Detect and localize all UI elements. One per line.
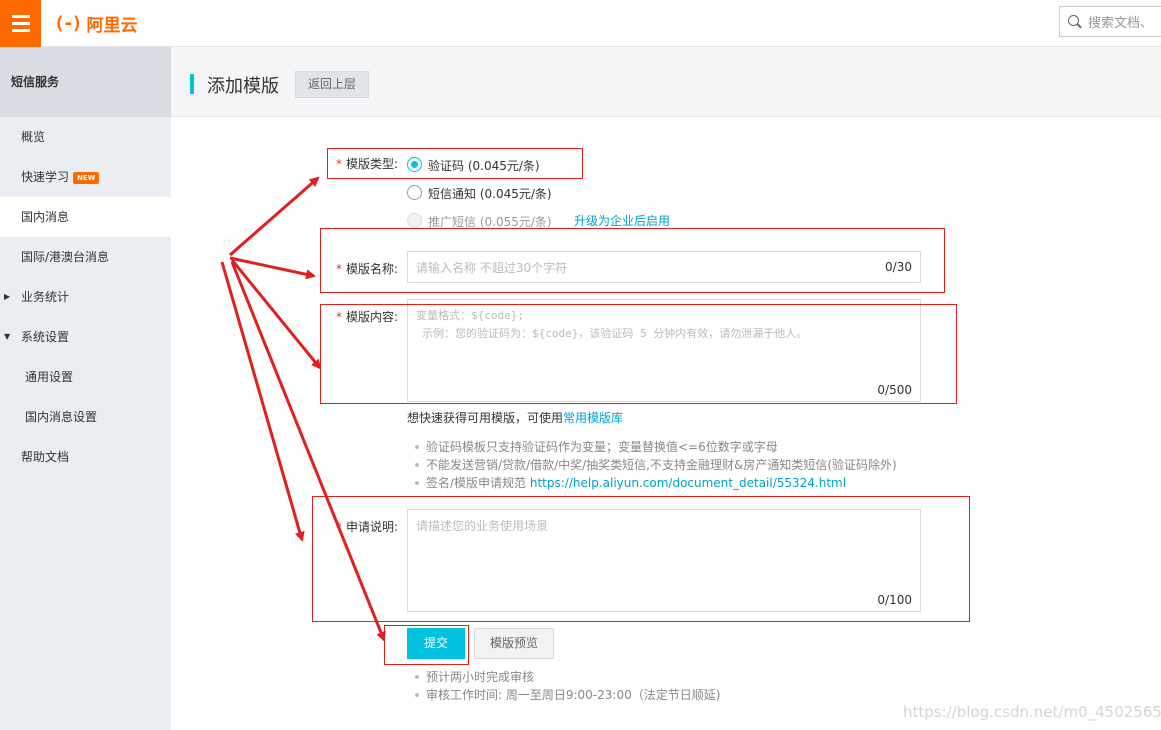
- template-content-placeholder-line2: 示例：您的验证码为：${code}，该验证码 5 分钟内有效，请勿泄漏于他人。: [422, 327, 808, 340]
- rules-list: 验证码模板只支持验证码作为变量；变量替换值<=6位数字或字母 不能发送营销/贷款…: [412, 438, 897, 492]
- library-hint: 想快速获得可用模版，可使用常用模版库: [407, 411, 624, 425]
- sidebar-item-general-settings[interactable]: 通用设置: [0, 357, 171, 397]
- menu-icon[interactable]: [0, 0, 41, 47]
- aliyun-logo[interactable]: (-) 阿里云: [54, 11, 138, 36]
- sidebar-item-overview[interactable]: 概览: [0, 117, 171, 157]
- radio-promotion-sms: [407, 213, 422, 228]
- template-content-textarea[interactable]: 变量格式：${code}; 示例：您的验证码为：${code}，该验证码 5 分…: [407, 299, 921, 402]
- new-badge: NEW: [73, 171, 100, 184]
- list-item: 不能发送营销/贷款/借款/中奖/抽奖类短信,不支持金融理财&房产通知类短信(验证…: [412, 456, 897, 474]
- logo-text: 阿里云: [86, 15, 138, 36]
- caret-right-icon: ▶: [4, 292, 11, 301]
- sidebar-item-domestic-settings[interactable]: 国内消息设置: [0, 397, 171, 437]
- sidebar-item-system-settings[interactable]: ▼ 系统设置: [0, 317, 171, 357]
- sidebar-item-quick-learn[interactable]: 快速学习 NEW: [0, 157, 171, 197]
- review-notes: 预计两小时完成审核 审核工作时间: 周一至周日9:00-23:00（法定节日顺延…: [412, 668, 720, 704]
- sidebar: 短信服务 概览 快速学习 NEW 国内消息 国际/港澳台消息 ▶ 业务统计 ▼ 系统设…: [0, 47, 171, 730]
- template-name-placeholder: 请输入名称 不超过30个字符: [416, 261, 568, 275]
- top-bar: (-) 阿里云 搜索文档、: [0, 0, 1161, 47]
- template-library-link[interactable]: 常用模版库: [563, 411, 623, 425]
- application-description-counter: 0/100: [877, 593, 912, 607]
- sidebar-title: 短信服务: [0, 47, 171, 117]
- sidebar-item-business-stats[interactable]: ▶ 业务统计: [0, 277, 171, 317]
- radio-label-promotion-sms: 推广短信 (0.055元/条): [428, 215, 552, 229]
- radio-label-verification-code: 验证码 (0.045元/条): [428, 159, 540, 173]
- radio-verification-code[interactable]: [407, 157, 422, 172]
- template-preview-button[interactable]: 模版预览: [474, 628, 554, 659]
- list-item: 审核工作时间: 周一至周日9:00-23:00（法定节日顺延): [412, 686, 720, 704]
- radio-sms-notification[interactable]: [407, 185, 422, 200]
- list-item: 签名/模版申请规范 https://help.aliyun.com/docume…: [412, 474, 897, 492]
- sidebar-item-domestic-messages[interactable]: 国内消息: [0, 197, 171, 237]
- search-placeholder: 搜索文档、: [1088, 16, 1154, 31]
- page-title: 添加模版: [207, 76, 279, 97]
- sidebar-item-help-docs[interactable]: 帮助文档: [0, 437, 171, 477]
- title-accent-bar: [190, 74, 194, 94]
- template-name-input[interactable]: 请输入名称 不超过30个字符 0/30: [407, 251, 921, 283]
- list-item: 预计两小时完成审核: [412, 668, 720, 686]
- template-content-placeholder-line1: 变量格式：${code};: [416, 309, 524, 322]
- rules-doc-link[interactable]: https://help.aliyun.com/document_detail/…: [530, 476, 846, 490]
- submit-button[interactable]: 提交: [407, 628, 465, 659]
- back-button[interactable]: 返回上层: [295, 71, 369, 98]
- upgrade-enterprise-link[interactable]: 升级为企业后启用: [574, 212, 670, 229]
- logo-mark: (-): [54, 12, 82, 34]
- application-description-textarea[interactable]: 请描述您的业务使用场景 0/100: [407, 509, 921, 612]
- list-item: 验证码模板只支持验证码作为变量；变量替换值<=6位数字或字母: [412, 438, 897, 456]
- page-header: 添加模版 返回上层: [171, 47, 1161, 117]
- template-name-label: * 模版名称:: [336, 262, 399, 276]
- sidebar-item-international-messages[interactable]: 国际/港澳台消息: [0, 237, 171, 277]
- search-input[interactable]: 搜索文档、: [1059, 6, 1161, 37]
- watermark: https://blog.csdn.net/m0_45025658: [903, 703, 1161, 721]
- template-content-label: * 模版内容:: [336, 310, 399, 324]
- template-type-label: * 模版类型:: [336, 157, 399, 171]
- template-name-counter: 0/30: [885, 260, 912, 274]
- application-description-label: * 申请说明:: [336, 520, 399, 534]
- caret-down-icon: ▼: [4, 332, 11, 341]
- search-icon: [1068, 14, 1082, 29]
- radio-label-sms-notification: 短信通知 (0.045元/条): [428, 187, 552, 201]
- application-description-placeholder: 请描述您的业务使用场景: [416, 519, 549, 533]
- template-content-counter: 0/500: [877, 383, 912, 397]
